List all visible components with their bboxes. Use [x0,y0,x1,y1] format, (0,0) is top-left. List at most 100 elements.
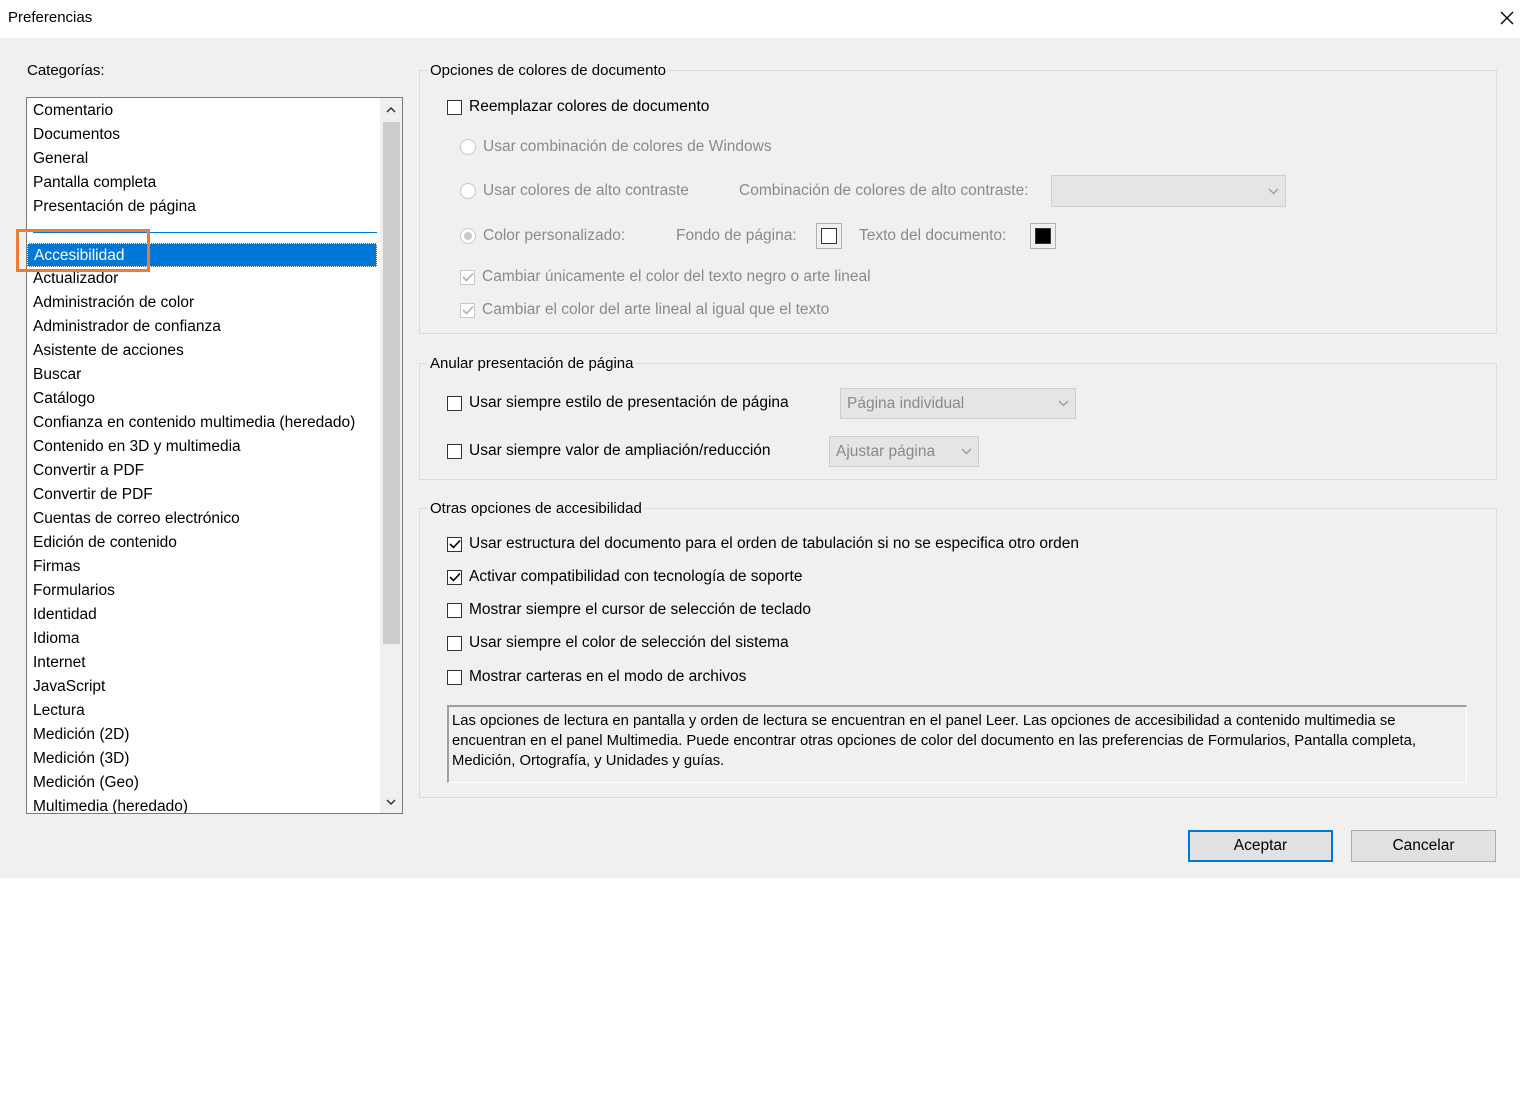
categories-scrollbar[interactable] [380,98,402,813]
scroll-thumb[interactable] [383,122,400,644]
replace-colors-option[interactable]: Reemplazar colores de documento [447,97,709,117]
doc-text-label: Texto del documento: [859,227,1007,244]
only-black-text-label: Cambiar únicamente el color del texto ne… [482,268,871,285]
chevron-up-icon [386,106,396,113]
other-options-title: Otras opciones de accesibilidad [428,500,644,517]
high-contrast-radio[interactable] [460,183,476,199]
doc-colors-title: Opciones de colores de documento [428,62,668,79]
zoom-checkbox[interactable] [447,443,462,459]
custom-color-option[interactable]: Color personalizado: [460,226,625,246]
category-item[interactable]: Documentos [27,123,377,147]
category-item[interactable]: Asistente de acciones [27,339,377,363]
other-option-label: Usar siempre el color de selección del s… [469,634,789,651]
checkmark-icon [461,272,474,282]
other-option-checkbox[interactable] [447,536,462,552]
replace-colors-checkbox[interactable] [447,99,462,115]
preferences-dialog: Preferencias Categorías: Comentario Docum… [0,0,1520,878]
category-item[interactable]: Medición (3D) [27,747,377,771]
layout-label: Usar siempre estilo de presentación de p… [469,394,789,411]
window-title: Preferencias [8,9,93,26]
category-item[interactable]: Idioma [27,627,377,651]
category-item[interactable]: Convertir de PDF [27,483,377,507]
title-bar: Preferencias [0,0,1520,38]
custom-color-radio[interactable] [460,228,476,244]
category-item[interactable]: Buscar [27,363,377,387]
layout-option[interactable]: Usar siempre estilo de presentación de p… [447,393,789,413]
line-art-checkbox[interactable] [460,302,475,318]
high-contrast-label: Usar colores de alto contraste [483,182,689,199]
category-item[interactable]: Comentario [27,99,377,123]
scroll-down-button[interactable] [380,791,402,813]
other-option-3[interactable]: Mostrar siempre el cursor de selección d… [447,600,811,620]
line-art-label: Cambiar el color del arte lineal al igua… [482,301,830,318]
category-item[interactable]: Cuentas de correo electrónico [27,507,377,531]
category-item[interactable]: Identidad [27,603,377,627]
other-option-5[interactable]: Mostrar carteras en el modo de archivos [447,667,746,687]
high-contrast-option[interactable]: Usar colores de alto contraste [460,181,689,201]
scroll-up-button[interactable] [380,98,402,120]
doc-text-color-swatch[interactable] [1030,223,1056,249]
replace-colors-label: Reemplazar colores de documento [469,98,710,115]
layout-value: Página individual [847,394,965,412]
zoom-value: Ajustar página [836,442,936,460]
other-option-label: Usar estructura del documento para el or… [469,535,1080,552]
category-item[interactable]: Edición de contenido [27,531,377,555]
windows-scheme-label: Usar combinación de colores de Windows [483,138,772,155]
zoom-select[interactable]: Ajustar página [829,436,979,467]
chevron-down-icon [386,798,396,805]
category-item[interactable]: Contenido en 3D y multimedia [27,435,377,459]
category-item-selected[interactable]: Accesibilidad [27,243,377,267]
other-option-checkbox[interactable] [447,669,462,685]
doc-text-color-fill [1035,228,1051,244]
category-item[interactable]: Firmas [27,555,377,579]
close-icon [1500,11,1514,25]
category-item[interactable]: Administrador de confianza [27,315,377,339]
zoom-option[interactable]: Usar siempre valor de ampliación/reducci… [447,441,771,461]
only-black-text-checkbox[interactable] [460,269,475,285]
category-item[interactable]: JavaScript [27,675,377,699]
page-bg-color-swatch[interactable] [816,223,842,249]
other-option-4[interactable]: Usar siempre el color de selección del s… [447,633,789,653]
line-art-option[interactable]: Cambiar el color del arte lineal al igua… [460,300,829,320]
category-item[interactable]: Internet [27,651,377,675]
category-item[interactable]: Multimedia (heredado) [27,795,377,813]
page-bg-color-fill [821,228,837,244]
other-option-2[interactable]: Activar compatibilidad con tecnología de… [447,567,802,587]
category-item[interactable]: Lectura [27,699,377,723]
category-item[interactable]: Medición (Geo) [27,771,377,795]
high-contrast-scheme-label: Combinación de colores de alto contraste… [739,182,1029,199]
custom-color-label: Color personalizado: [483,227,626,244]
zoom-label: Usar siempre valor de ampliación/reducci… [469,442,771,459]
other-option-label: Mostrar siempre el cursor de selección d… [469,601,812,618]
layout-checkbox[interactable] [447,395,462,411]
other-option-checkbox[interactable] [447,602,462,618]
other-option-label: Mostrar carteras en el modo de archivos [469,668,747,685]
chevron-down-icon [1058,400,1068,407]
layout-select[interactable]: Página individual [840,388,1076,419]
category-item[interactable]: Catálogo [27,387,377,411]
ok-button[interactable]: Aceptar [1188,830,1333,862]
other-option-checkbox[interactable] [447,635,462,651]
cancel-button[interactable]: Cancelar [1351,830,1496,862]
category-item[interactable]: Pantalla completa [27,171,377,195]
list-separator [33,232,377,233]
categories-listbox[interactable]: Comentario Documentos General Pantalla comp… [26,97,403,814]
windows-scheme-radio[interactable] [460,139,476,155]
chevron-down-icon [1268,188,1278,194]
checkmark-icon [461,305,474,315]
category-item[interactable]: Administración de color [27,291,377,315]
category-item[interactable]: Actualizador [27,267,377,291]
close-button[interactable] [1494,4,1520,32]
category-item[interactable]: General [27,147,377,171]
only-black-text-option[interactable]: Cambiar únicamente el color del texto ne… [460,267,871,287]
category-item[interactable]: Presentación de página [27,195,377,219]
high-contrast-scheme-select[interactable] [1051,175,1286,207]
page-bg-label: Fondo de página: [676,227,797,244]
category-item[interactable]: Confianza en contenido multimedia (hered… [27,411,377,435]
other-option-checkbox[interactable] [447,569,462,585]
category-item[interactable]: Medición (2D) [27,723,377,747]
windows-scheme-option[interactable]: Usar combinación de colores de Windows [460,137,772,157]
other-option-1[interactable]: Usar estructura del documento para el or… [447,534,1079,554]
category-item[interactable]: Formularios [27,579,377,603]
category-item[interactable]: Convertir a PDF [27,459,377,483]
